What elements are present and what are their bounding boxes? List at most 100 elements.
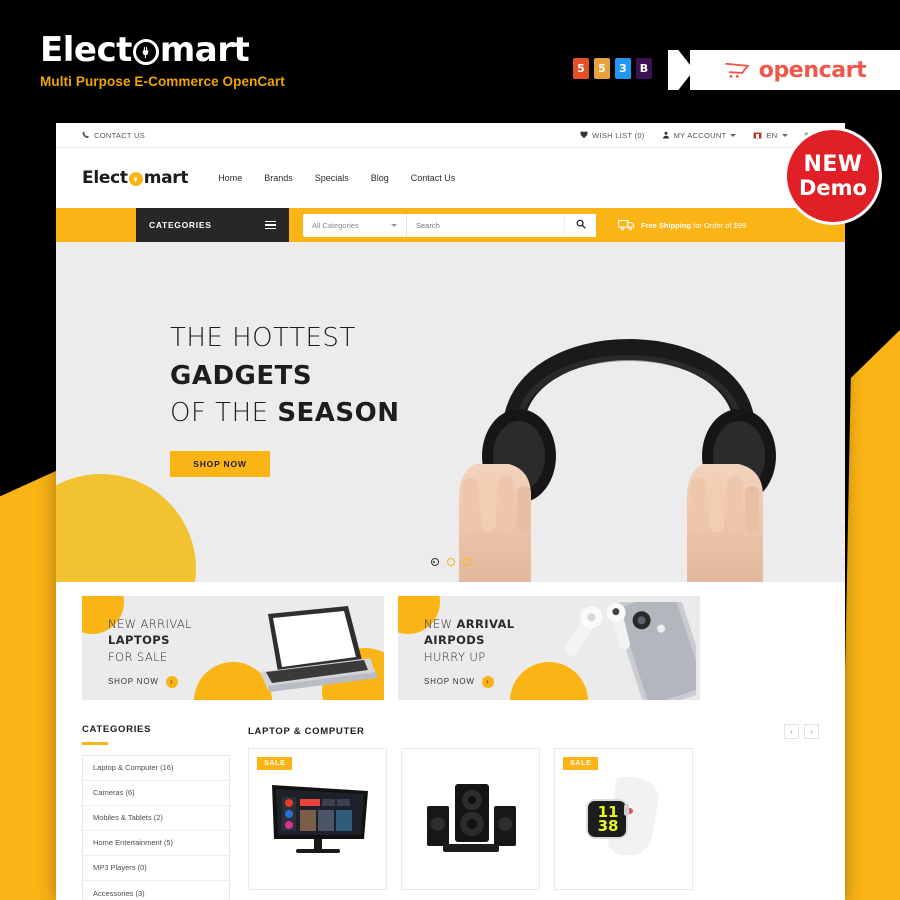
banner-2-line-3: HURRY UP: [424, 649, 486, 664]
site-logo-left: Elect: [82, 168, 128, 188]
topbar-language[interactable]: EN: [753, 131, 788, 140]
nav-item-home[interactable]: Home: [218, 173, 242, 183]
sidebar-item-mp3-players[interactable]: MP3 Players (0): [83, 856, 229, 881]
new-demo-line-2: Demo: [799, 175, 867, 200]
search-button[interactable]: [564, 213, 596, 237]
hero-line-1: THE HOTTEST: [170, 323, 356, 353]
status-badge: SALE: [563, 757, 599, 770]
status-badge: SALE: [257, 757, 293, 770]
hero-dot-3[interactable]: [462, 558, 471, 566]
product-carousel: LAPTOP & COMPUTER ‹ › SALE SALE 11 38: [248, 724, 819, 900]
hero-image-headphones: [415, 242, 835, 582]
chevron-down-icon: [781, 133, 788, 137]
opencart-ribbon: opencart: [690, 50, 900, 90]
sidebar-title: CATEGORIES: [82, 724, 152, 735]
banner-1-shop-now[interactable]: SHOP NOW ›: [108, 675, 192, 688]
chevron-right-icon: ›: [481, 675, 494, 688]
category-select[interactable]: All Categories: [303, 213, 407, 237]
shopping-cart-icon: [724, 61, 752, 80]
hero-line-2: GADGETS: [170, 360, 313, 391]
sidebar-item-home-entertainment[interactable]: Home Entertainment (5): [83, 831, 229, 856]
nav-item-blog[interactable]: Blog: [371, 173, 389, 183]
hero-line-3-light: OF THE: [170, 398, 269, 429]
promo-logo: Elect mart Multi Purpose E-Commerce Open…: [40, 30, 285, 89]
sidebar-item-laptop-computer[interactable]: Laptop & Computer (16): [83, 756, 229, 781]
carousel-prev-button[interactable]: ‹: [784, 724, 799, 739]
categories-sidebar: CATEGORIES Laptop & Computer (16) Camera…: [82, 724, 230, 900]
topbar-wishlist[interactable]: WISH LIST (0): [580, 131, 645, 140]
promo-banners: NEW ARRIVAL LAPTOPS FOR SALE SHOP NOW ›: [56, 582, 845, 700]
hero-dot-1[interactable]: [430, 558, 439, 566]
banner-1-shop-label: SHOP NOW: [108, 677, 159, 687]
topbar-contact-us[interactable]: CONTACT US: [82, 131, 145, 140]
new-demo-badge[interactable]: NEW Demo: [784, 127, 882, 225]
topbar-my-account[interactable]: MY ACCOUNT: [662, 131, 737, 140]
free-shipping-notice: Free Shipping for Order of $99: [618, 218, 746, 233]
hero-slider-dots: [430, 558, 471, 566]
hero-dot-2[interactable]: [446, 558, 455, 566]
banner-1-line-3: FOR SALE: [108, 649, 168, 664]
search-input[interactable]: [407, 213, 564, 237]
topbar-account-label: MY ACCOUNT: [673, 130, 727, 140]
product-image-wrapper: SALE: [248, 748, 387, 890]
product-card[interactable]: SALE: [248, 748, 387, 900]
sidebar-item-accessories[interactable]: Accessories (3): [83, 881, 229, 900]
lower-section: CATEGORIES Laptop & Computer (16) Camera…: [56, 700, 845, 900]
banner-2-line-2: AIRPODS: [424, 633, 485, 648]
carousel-next-button[interactable]: ›: [804, 724, 819, 739]
search-box: All Categories: [303, 213, 596, 237]
promo-logo-right: mart: [159, 30, 250, 70]
css3-badge: 3: [615, 58, 631, 79]
shipping-rest-label: for Order of $99: [693, 220, 747, 230]
chevron-down-icon: [730, 133, 737, 137]
heart-icon: [580, 131, 588, 139]
banner-laptops[interactable]: NEW ARRIVAL LAPTOPS FOR SALE SHOP NOW ›: [82, 596, 384, 700]
phone-icon: [82, 131, 90, 139]
truck-icon: [618, 218, 635, 233]
banner-airpods[interactable]: NEW ARRIVAL AIRPODS HURRY UP SHOP NOW ›: [398, 596, 700, 700]
banner-1-line-1: NEW ARRIVAL: [108, 617, 192, 631]
product-image-wrapper: [401, 748, 540, 890]
shipping-bold-label: Free Shipping: [641, 220, 692, 230]
product-image-wrapper: SALE 11 38: [554, 748, 693, 890]
flag-icon: [753, 131, 763, 139]
plug-icon: [132, 39, 159, 65]
banner-1-line-2: LAPTOPS: [108, 633, 170, 648]
product-section-header: LAPTOP & COMPUTER ‹ ›: [248, 724, 819, 739]
search-icon: [576, 216, 586, 234]
laptop-image: [260, 606, 378, 692]
smart-tv-image: [271, 785, 368, 853]
categories-menu-button[interactable]: CATEGORIES: [136, 208, 289, 242]
nav-item-specials[interactable]: Specials: [315, 173, 349, 183]
promo-tagline: Multi Purpose E-Commerce OpenCart: [40, 74, 285, 89]
website-preview: CONTACT US WISH LIST (0) MY ACCOUNT EN E…: [56, 123, 845, 900]
sidebar-item-mobiles-tablets[interactable]: Mobiles & Tablets (2): [83, 806, 229, 831]
site-logo[interactable]: Elect mart: [82, 168, 188, 188]
nav-item-brands[interactable]: Brands: [264, 173, 293, 183]
svg-text:38: 38: [597, 817, 618, 835]
nav-item-contact-us[interactable]: Contact Us: [411, 173, 456, 183]
banner-2-shop-label: SHOP NOW: [424, 677, 475, 687]
main-navigation: Home Brands Specials Blog Contact Us: [218, 173, 455, 183]
site-header: Elect mart Home Brands Specials Blog Con…: [56, 148, 845, 208]
new-demo-line-1: NEW: [803, 152, 863, 178]
hamburger-icon: [265, 220, 276, 230]
hero-shop-now-button[interactable]: SHOP NOW: [170, 451, 270, 478]
category-select-value: All Categories: [312, 220, 359, 230]
screenshot-stage: Elect mart Multi Purpose E-Commerce Open…: [0, 0, 900, 900]
categories-menu-label: CATEGORIES: [149, 220, 212, 230]
hero-slider: THE HOTTEST GADGETS OF THE SEASON SHOP N…: [56, 242, 845, 582]
banner-2-line-1-bold: ARRIVAL: [456, 617, 515, 631]
banner-2-shop-now[interactable]: SHOP NOW ›: [424, 675, 515, 688]
background-decoration-right: [840, 330, 900, 900]
bootstrap-badge: B: [636, 58, 652, 79]
chevron-right-icon: ›: [165, 675, 178, 688]
smart-watch-image: 11 38: [585, 776, 658, 856]
product-card[interactable]: HP LP3065: [401, 748, 540, 900]
hero-copy: THE HOTTEST GADGETS OF THE SEASON SHOP N…: [170, 320, 400, 478]
product-card[interactable]: SALE 11 38 HTC Touch HD: [554, 748, 693, 900]
background-decoration-left: [0, 470, 58, 900]
js-badge: 5: [594, 58, 610, 79]
sidebar-item-cameras[interactable]: Cameras (6): [83, 781, 229, 806]
sidebar-title-underline: [82, 742, 108, 745]
